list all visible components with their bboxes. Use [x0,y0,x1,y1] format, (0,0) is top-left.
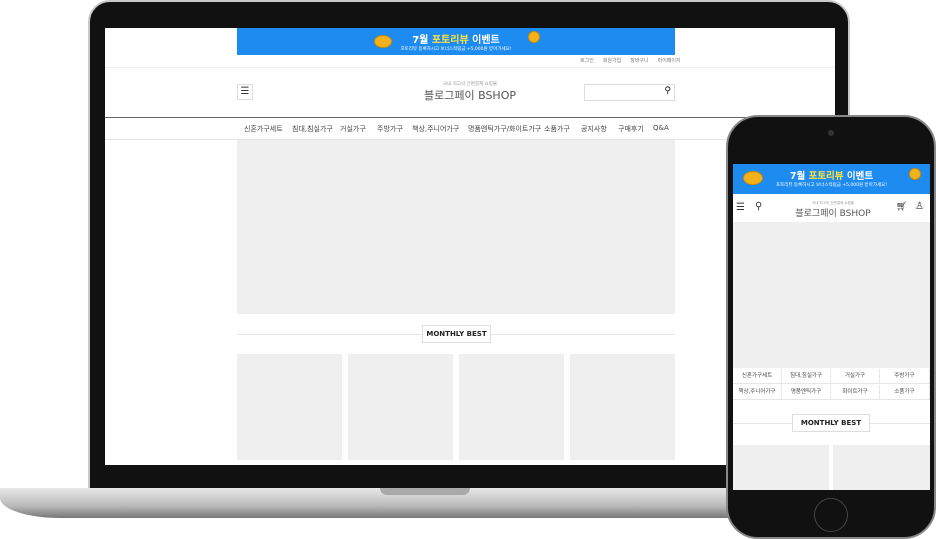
hero-slider[interactable] [237,140,675,314]
section-title: MONTHLY BEST [792,414,870,432]
event-banner[interactable]: 7월 포토리뷰 이벤트 포토리뷰 등록하시고 보너스적립금 +5,000원 받아… [237,28,675,55]
nav-item[interactable]: 거실가구 [340,124,366,134]
nav-item[interactable]: 책상,주니어가구 [412,124,459,134]
product-card[interactable] [570,354,675,460]
nav-item[interactable]: 명품엔틱가구/화이트가구 [468,124,541,134]
product-card[interactable] [459,354,564,460]
nav-item[interactable]: 구매후기 [618,124,644,134]
nav-border [105,117,835,118]
section-title: MONTHLY BEST [422,325,491,343]
join-link[interactable]: 회원가입 [603,57,621,64]
camera-icon [828,130,834,136]
category-item[interactable]: 명품엔틱가구 [782,385,831,400]
hero-slider[interactable] [733,222,930,368]
category-item[interactable]: 신혼가구세트 [733,369,782,384]
nav-item[interactable]: 침대,침실가구 [292,124,333,134]
coin-icon [743,171,763,185]
product-card[interactable] [237,354,342,460]
coin-icon [374,35,392,48]
divider [105,67,835,68]
nav-item[interactable]: 주방가구 [377,124,403,134]
search-icon[interactable]: ⚲ [755,201,762,212]
search-input[interactable]: ⚲ [584,84,675,101]
nav-item[interactable]: 공지사항 [581,124,607,134]
login-link[interactable]: 로그인 [580,57,594,64]
category-grid: 신혼가구세트 침대,침실가구 거실가구 주방가구 책상,주니어가구 명품엔틱가구… [733,369,930,401]
nav-item[interactable]: Q&A [653,124,669,132]
nav-item[interactable]: 신혼가구세트 [244,124,283,134]
event-banner[interactable]: 7월 포토리뷰 이벤트 포토리뷰 등록하시고 보너스적립금 +5,000원 받아… [733,164,930,194]
product-card[interactable] [348,354,453,460]
product-card[interactable] [733,445,829,490]
menu-button[interactable]: ☰ [237,84,253,100]
nav-item[interactable]: 소품가구 [544,124,570,134]
search-icon[interactable]: ⚲ [664,86,671,96]
user-icon[interactable]: ♙ [915,201,924,212]
mobile-site: 7월 포토리뷰 이벤트 포토리뷰 등록하시고 보너스적립금 +5,000원 받아… [733,164,930,490]
top-links: 로그인 회원가입 장바구니 마이페이지 [580,57,681,64]
laptop-notch [380,488,470,495]
hamburger-icon: ☰ [240,86,250,97]
main-nav: 신혼가구세트 침대,침실가구 거실가구 주방가구 책상,주니어가구 명품엔틱가구… [105,124,835,134]
category-item[interactable]: 책상,주니어가구 [733,385,782,400]
category-item[interactable]: 침대,침실가구 [782,369,831,384]
logo[interactable]: 국내 최고의 간편결제 쇼핑몰 블로그페이 BSHOP [370,81,570,103]
mypage-link[interactable]: 마이페이지 [658,57,681,64]
category-item[interactable]: 화이트가구 [831,385,880,400]
banner-subtitle: 포토리뷰 등록하시고 보너스적립금 +5,000원 받아가세요! [400,47,512,52]
product-card[interactable] [833,445,930,490]
category-item[interactable]: 소품가구 [880,385,930,400]
logo[interactable]: 국내 최고의 간편결제 쇼핑몰 블로그페이 BSHOP [783,201,883,219]
category-item[interactable]: 거실가구 [831,369,880,384]
coin-icon [909,168,921,180]
cart-link[interactable]: 장바구니 [630,57,648,64]
home-button[interactable] [814,498,848,532]
cart-icon[interactable]: 🛒︎ [896,202,907,212]
coin-icon [528,31,540,43]
category-item[interactable]: 주방가구 [880,369,930,384]
hamburger-icon[interactable]: ☰ [736,202,745,213]
